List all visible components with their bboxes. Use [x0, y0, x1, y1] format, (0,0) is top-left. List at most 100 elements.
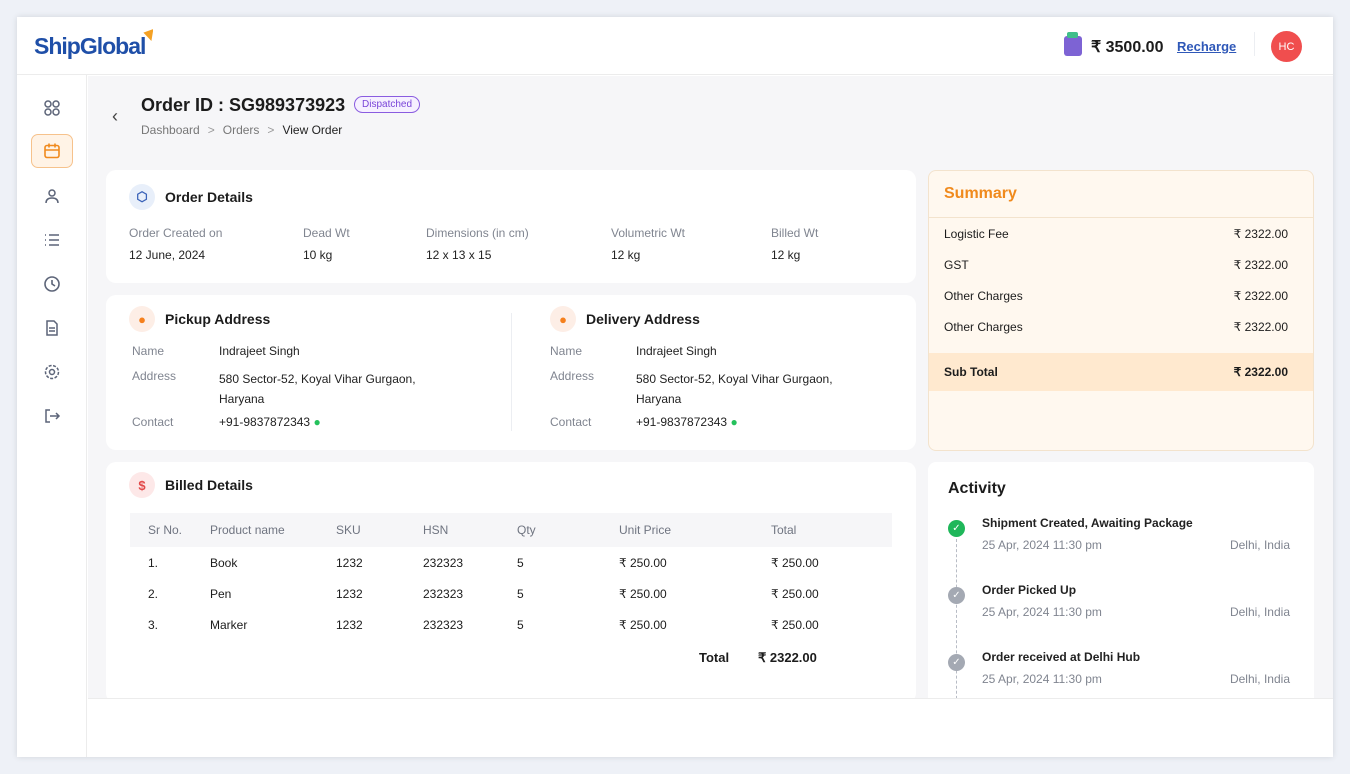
logout-icon[interactable]: [31, 399, 73, 433]
total-value: ₹ 2322.00: [758, 650, 817, 666]
table-cell: ₹ 250.00: [771, 578, 892, 609]
address-card: ● Pickup Address Name Indrajeet Singh Add…: [106, 295, 916, 450]
orders-icon[interactable]: [31, 134, 73, 168]
section-title: Pickup Address: [165, 311, 270, 327]
location-pin-icon: ●: [550, 306, 576, 332]
wallet-icon: [1064, 36, 1082, 56]
table-cell: ₹ 250.00: [771, 547, 892, 578]
check-icon: ✓: [948, 654, 965, 671]
column-header: SKU: [336, 513, 423, 547]
section-title: Billed Details: [165, 477, 253, 493]
order-details-card: ⬡ Order Details Order Created on12 June, …: [106, 170, 916, 283]
page-title: Order ID : SG989373923: [141, 95, 345, 116]
main-content: ‹ Order ID : SG989373923 Dispatched Dash…: [88, 76, 1333, 698]
recharge-link[interactable]: Recharge: [1177, 39, 1236, 54]
section-title: Order Details: [165, 189, 253, 205]
table-cell: 1232: [336, 609, 423, 640]
app-window: ShipGlobal ₹ 3500.00 Recharge HC ‹ Order…: [17, 17, 1333, 757]
table-cell: 3.: [130, 609, 210, 640]
label: Address: [132, 369, 176, 383]
summary-row: Other Charges₹ 2322.00: [929, 280, 1313, 311]
table-cell: 1.: [130, 547, 210, 578]
activity-card: Activity ✓Shipment Created, Awaiting Pac…: [928, 462, 1314, 712]
table-row: 1.Book12322323235₹ 250.00₹ 250.00: [130, 547, 892, 578]
divider: [511, 313, 512, 431]
column-header: Qty: [517, 513, 619, 547]
delivery-name: Indrajeet Singh: [636, 344, 717, 358]
column-header: HSN: [423, 513, 517, 547]
column-header: Unit Price: [619, 513, 771, 547]
status-badge: Dispatched: [354, 96, 420, 113]
table-cell: 2.: [130, 578, 210, 609]
table-row: 2.Pen12322323235₹ 250.00₹ 250.00: [130, 578, 892, 609]
table-cell: Marker: [210, 609, 336, 640]
field-order-created: Order Created on12 June, 2024: [129, 226, 222, 262]
footer: [88, 698, 1333, 757]
label: Name: [550, 344, 582, 358]
check-icon: ✓: [948, 587, 965, 604]
wallet-balance: ₹ 3500.00: [1091, 37, 1163, 57]
sidebar: [17, 75, 87, 757]
pickup-contact: +91-9837872343 ●: [219, 415, 321, 429]
delivery-address-text: 580 Sector-52, Koyal Vihar Gurgaon,Harya…: [636, 369, 833, 409]
table-cell: 232323: [423, 609, 517, 640]
field-dimensions: Dimensions (in cm)12 x 13 x 15: [426, 226, 529, 262]
history-icon[interactable]: [31, 267, 73, 301]
top-header: ShipGlobal ₹ 3500.00 Recharge HC: [17, 17, 1333, 75]
avatar[interactable]: HC: [1271, 31, 1302, 62]
table-cell: 1232: [336, 578, 423, 609]
whatsapp-icon[interactable]: ●: [313, 415, 320, 429]
divider: [1254, 32, 1255, 56]
summary-title: Summary: [929, 171, 1313, 218]
billed-table: Sr No.Product nameSKUHSNQtyUnit PriceTot…: [130, 513, 892, 640]
brand-name: ShipGlobal: [34, 33, 145, 59]
document-icon[interactable]: [31, 311, 73, 345]
section-title: Delivery Address: [586, 311, 700, 327]
table-cell: 5: [517, 547, 619, 578]
package-icon: ⬡: [129, 184, 155, 210]
total-label: Total: [699, 650, 729, 665]
breadcrumb-orders[interactable]: Orders: [223, 123, 260, 137]
user-icon[interactable]: [31, 179, 73, 213]
timeline-line: [956, 534, 957, 714]
whatsapp-icon[interactable]: ●: [730, 415, 737, 429]
table-cell: ₹ 250.00: [771, 609, 892, 640]
field-dead-wt: Dead Wt10 kg: [303, 226, 350, 262]
table-cell: Pen: [210, 578, 336, 609]
table-cell: 5: [517, 578, 619, 609]
check-icon: ✓: [948, 520, 965, 537]
column-header: Product name: [210, 513, 336, 547]
location-pin-icon: ●: [129, 306, 155, 332]
dashboard-icon[interactable]: [31, 91, 73, 125]
column-header: Sr No.: [130, 513, 210, 547]
breadcrumb-dashboard[interactable]: Dashboard: [141, 123, 200, 137]
field-billed-wt: Billed Wt12 kg: [771, 226, 818, 262]
subtotal-row: Sub Total₹ 2322.00: [929, 353, 1313, 391]
table-cell: 1232: [336, 547, 423, 578]
list-icon[interactable]: [31, 223, 73, 257]
table-cell: ₹ 250.00: [619, 609, 771, 640]
breadcrumb-current: View Order: [282, 123, 342, 137]
pickup-name: Indrajeet Singh: [219, 344, 300, 358]
breadcrumb: Dashboard>Orders>View Order: [141, 123, 342, 137]
pickup-address-text: 580 Sector-52, Koyal Vihar Gurgaon,Harya…: [219, 369, 416, 409]
invoice-icon: $: [129, 472, 155, 498]
label: Address: [550, 369, 594, 383]
label: Contact: [550, 415, 591, 429]
table-cell: ₹ 250.00: [619, 547, 771, 578]
billed-details-card: $ Billed Details Sr No.Product nameSKUHSN…: [106, 462, 916, 703]
activity-title: Activity: [948, 480, 1006, 498]
label: Contact: [132, 415, 173, 429]
back-button[interactable]: ‹: [112, 106, 118, 127]
table-cell: 232323: [423, 547, 517, 578]
table-cell: 5: [517, 609, 619, 640]
label: Name: [132, 344, 164, 358]
column-header: Total: [771, 513, 892, 547]
table-cell: ₹ 250.00: [619, 578, 771, 609]
summary-row: Other Charges₹ 2322.00: [929, 311, 1313, 342]
summary-card: Summary Logistic Fee₹ 2322.00GST₹ 2322.0…: [928, 170, 1314, 451]
brand-logo[interactable]: ShipGlobal: [34, 33, 145, 60]
table-cell: 232323: [423, 578, 517, 609]
settings-icon[interactable]: [31, 355, 73, 389]
delivery-contact: +91-9837872343 ●: [636, 415, 738, 429]
